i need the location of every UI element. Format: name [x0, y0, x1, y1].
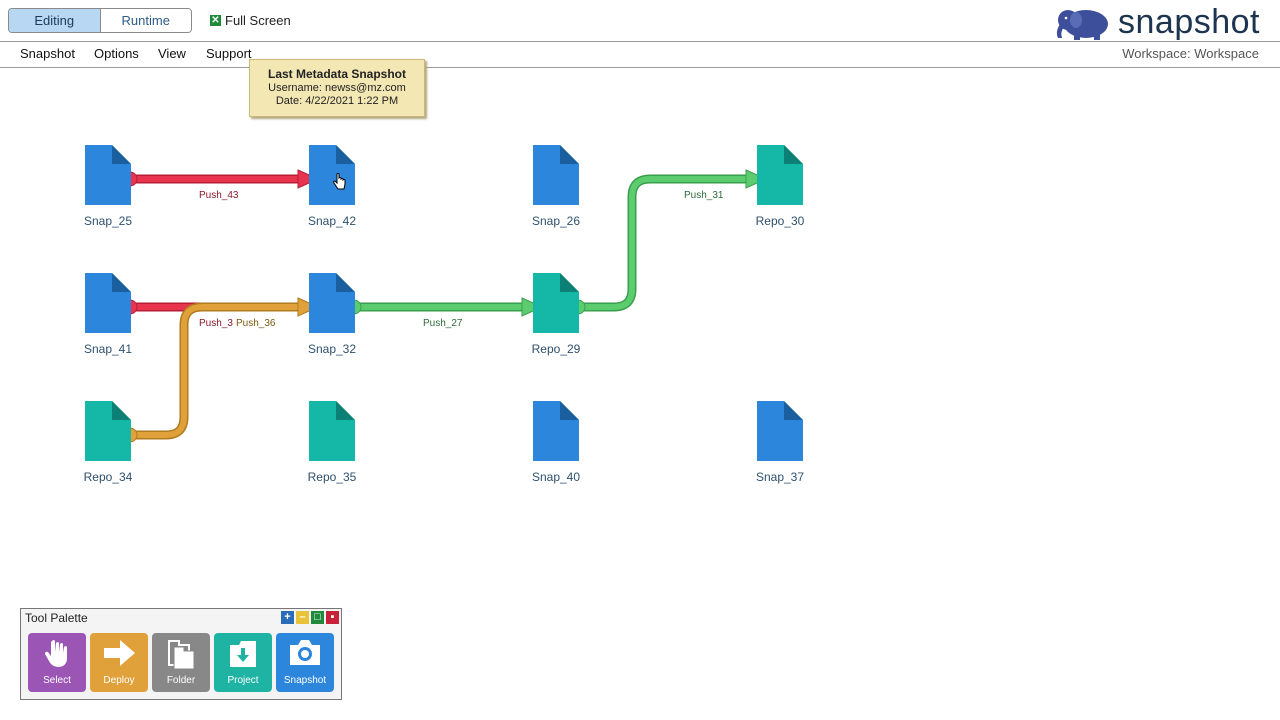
node-snap-40[interactable]: Snap_40: [511, 401, 601, 484]
editing-mode-button[interactable]: Editing: [9, 9, 101, 32]
hand-icon: [45, 640, 67, 667]
fullscreen-toggle[interactable]: ✕ Full Screen: [210, 13, 291, 28]
repo-document-icon: [533, 273, 579, 333]
node-label: Repo_34: [83, 470, 133, 484]
repo-document-icon: [757, 145, 803, 205]
snap-document-icon: [533, 145, 579, 205]
arrow-right-icon: [104, 640, 135, 666]
menu-options[interactable]: Options: [94, 46, 139, 61]
node-label: Repo_29: [531, 342, 581, 356]
logo: snapshot: [1054, 3, 1260, 42]
tooltip-title: Last Metadata Snapshot: [267, 67, 407, 81]
snap-document-icon: [309, 273, 355, 333]
node-repo-29[interactable]: Repo_29: [511, 273, 601, 356]
node-label: Snap_37: [755, 470, 805, 484]
menu-bar: Snapshot Options View Support Workspace:…: [0, 41, 1280, 68]
runtime-mode-button[interactable]: Runtime: [100, 9, 191, 32]
select-tool-button[interactable]: Select: [28, 633, 86, 692]
repo-document-icon: [85, 401, 131, 461]
node-snap-42[interactable]: Snap_42: [287, 145, 377, 228]
connection-label-push-43: Push_43: [199, 190, 239, 201]
close-icon[interactable]: ▪: [326, 611, 339, 624]
node-repo-30[interactable]: Repo_30: [735, 145, 825, 228]
folder-tool-button[interactable]: Folder: [152, 633, 210, 692]
connection-label-push-3: Push_3: [199, 318, 233, 329]
snap-document-icon: [309, 145, 355, 205]
palette-controls: + – □ ▪: [281, 611, 339, 624]
snapshot-tool-button[interactable]: Snapshot: [276, 633, 334, 692]
node-label: Snap_32: [307, 342, 357, 356]
download-icon: [230, 641, 256, 667]
workspace-label: Workspace: Workspace: [1122, 46, 1259, 61]
top-bar: Editing Runtime ✕ Full Screen snapshot: [0, 0, 1280, 41]
node-snap-41[interactable]: Snap_41: [63, 273, 153, 356]
node-label: Snap_40: [531, 470, 581, 484]
tool-label: Project: [227, 675, 259, 686]
palette-title: Tool Palette: [25, 611, 88, 625]
tool-label: Deploy: [103, 675, 135, 686]
tool-label: Folder: [166, 675, 196, 686]
snap-document-icon: [85, 273, 131, 333]
mode-toggle: Editing Runtime: [8, 8, 192, 33]
node-snap-25[interactable]: Snap_25: [63, 145, 153, 228]
fullscreen-label: Full Screen: [225, 13, 291, 28]
camera-icon: [290, 640, 320, 665]
repo-document-icon: [309, 401, 355, 461]
node-label: Repo_30: [755, 214, 805, 228]
tooltip-date: Date: 4/22/2021 1:22 PM: [275, 95, 399, 107]
plus-icon[interactable]: +: [281, 611, 294, 624]
node-repo-34[interactable]: Repo_34: [63, 401, 153, 484]
hand-cursor-icon: [333, 173, 346, 190]
node-snap-32[interactable]: Snap_32: [287, 273, 377, 356]
connection-label-push-36: Push_36: [236, 318, 276, 329]
menu-snapshot[interactable]: Snapshot: [20, 46, 75, 61]
project-tool-button[interactable]: Project: [214, 633, 272, 692]
node-label: Snap_26: [531, 214, 581, 228]
tool-label: Snapshot: [283, 675, 327, 686]
palette-tools: Select Deploy Folder Project Snapshot: [28, 633, 334, 692]
node-label: Snap_25: [83, 214, 133, 228]
menu-support[interactable]: Support: [206, 46, 252, 61]
node-snap-37[interactable]: Snap_37: [735, 401, 825, 484]
connection-label-push-27: Push_27: [423, 318, 463, 329]
fullscreen-checkbox[interactable]: ✕: [210, 15, 221, 26]
logo-text: snapshot: [1118, 3, 1260, 41]
node-repo-35[interactable]: Repo_35: [287, 401, 377, 484]
node-label: Repo_35: [307, 470, 357, 484]
elephant-icon: [1056, 9, 1108, 40]
node-snap-26[interactable]: Snap_26: [511, 145, 601, 228]
snap-document-icon: [533, 401, 579, 461]
maximize-icon[interactable]: □: [311, 611, 324, 624]
node-label: Snap_42: [307, 214, 357, 228]
connection-label-push-31: Push_31: [684, 190, 724, 201]
deploy-tool-button[interactable]: Deploy: [90, 633, 148, 692]
tool-label: Select: [43, 675, 71, 686]
snap-document-icon: [85, 145, 131, 205]
node-label: Snap_41: [83, 342, 133, 356]
menu-view[interactable]: View: [158, 46, 186, 61]
folder-icon: [168, 640, 195, 669]
tool-palette: Tool Palette + – □ ▪ Select Deploy Folde…: [20, 608, 342, 700]
tooltip-username: Username: newss@mz.com: [268, 82, 406, 94]
minimize-icon[interactable]: –: [296, 611, 309, 624]
metadata-tooltip: Last Metadata Snapshot Username: newss@m…: [249, 59, 425, 117]
snap-document-icon: [757, 401, 803, 461]
